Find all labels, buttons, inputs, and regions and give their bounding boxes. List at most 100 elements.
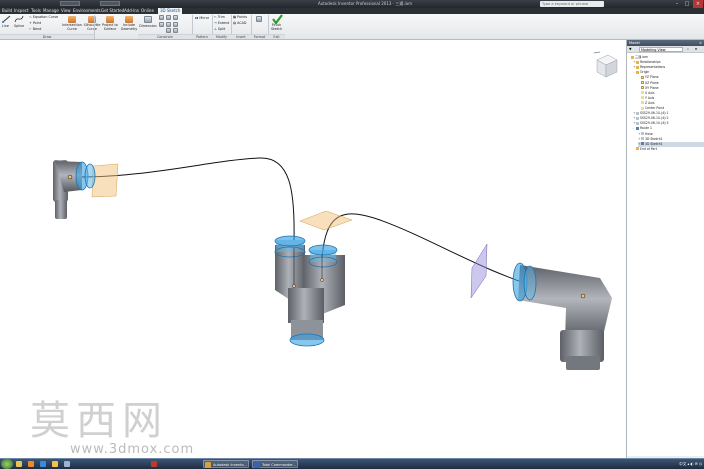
work-plane <box>91 163 119 198</box>
minimize-icon[interactable]: – <box>672 0 682 8</box>
graphics-window[interactable] <box>0 40 626 460</box>
taskbar: Autodesk Invento... Total Commander... 中… <box>0 458 704 469</box>
taskbar-item[interactable] <box>51 460 62 468</box>
view-cube[interactable] <box>593 51 618 78</box>
constraint-icon[interactable] <box>173 15 178 20</box>
taskbar-item-total-commander[interactable]: Total Commander... <box>252 460 298 468</box>
close-icon[interactable]: × <box>693 0 703 8</box>
split-button[interactable]: ⊥ Split <box>214 27 225 31</box>
tree-item-label: Relationships <box>640 60 661 65</box>
system-tray[interactable]: 中文 ▴ ◐ ✉ ◷ <box>679 459 702 469</box>
sel-icon <box>636 126 639 130</box>
constrain-group-label: Constrain <box>138 34 192 39</box>
tree-item-label: 3D Sketch1 <box>645 141 663 146</box>
draw-group-label: Draw <box>0 34 94 39</box>
view-dropdown[interactable]: Modeling View <box>639 47 683 52</box>
search-input[interactable]: Type a keyword or phrase <box>540 1 604 7</box>
taskbar-item[interactable] <box>63 460 74 468</box>
taskbar-item[interactable] <box>150 460 161 468</box>
work-plane <box>299 210 353 231</box>
constraint-icon[interactable] <box>159 22 164 27</box>
bend-button[interactable]: ⌐ Bend <box>29 27 41 31</box>
constraint-icon[interactable] <box>173 28 178 33</box>
elbow-fitting-right <box>512 262 612 370</box>
plane-icon <box>641 86 644 90</box>
constraint-icon[interactable] <box>159 15 164 20</box>
search-icon[interactable]: ⌕ <box>685 46 691 53</box>
plane-icon <box>641 81 644 84</box>
taskbar-item[interactable] <box>15 460 26 468</box>
tree-item-label: X Axis <box>645 90 655 95</box>
app-icon <box>151 461 157 467</box>
equation-curve-button[interactable]: ∿ Equation Curve <box>29 15 58 19</box>
explorer-icon <box>16 461 22 467</box>
line-button[interactable]: Line <box>2 15 11 28</box>
part-icon <box>641 132 644 135</box>
finish-sketch-button[interactable]: Finish Sketch <box>268 23 285 31</box>
trim-button[interactable]: ✂ Trim <box>214 15 225 19</box>
taskbar-item-inventor[interactable]: Autodesk Invento... <box>203 460 249 468</box>
mirror-button[interactable]: ⧓ Mirror <box>195 16 209 20</box>
dimension-button[interactable]: Dimension <box>139 24 157 28</box>
silhouette-curve-button[interactable]: Silhouette Curve <box>83 23 101 31</box>
line-icon <box>2 15 11 23</box>
point-button[interactable]: + Point <box>29 21 41 25</box>
tree-item-label: 三通.iam <box>635 55 648 59</box>
model-viewport[interactable] <box>0 40 626 460</box>
tree-item-label: XY Plane <box>645 85 659 90</box>
axis-icon <box>641 106 644 110</box>
inventor-icon <box>205 462 211 468</box>
axis-icon <box>641 91 644 95</box>
spline-button[interactable]: Spline <box>14 15 24 28</box>
tree-item-label: SSS29-06-10-(4):1 <box>640 111 669 116</box>
tree-item-label: YZ Plane <box>645 75 659 80</box>
tree-item[interactable]: End of Part <box>633 147 704 152</box>
taskbar-item[interactable] <box>27 460 38 468</box>
tree-item-label: Representations <box>640 65 666 70</box>
quick-access-dropdown[interactable] <box>100 1 120 6</box>
inventor-window: Autodesk Inventor Professional 2013 · 三通… <box>0 0 704 469</box>
ie-icon <box>40 461 46 467</box>
app-icon <box>64 461 70 467</box>
tree-item-label: 3D Sketch1 <box>645 136 663 141</box>
tree-item-label: XZ Plane <box>645 80 659 85</box>
axis-icon <box>641 96 644 100</box>
quick-access-toolbar[interactable] <box>60 1 80 6</box>
points-button[interactable]: ▦ Points <box>233 15 247 19</box>
constraint-icon[interactable] <box>166 22 171 27</box>
insert-group-label: Insert <box>231 34 251 39</box>
constraint-icon[interactable] <box>166 28 171 33</box>
include-geometry-button[interactable]: Include Geometry <box>120 23 138 31</box>
filter-icon[interactable]: ▼ <box>629 46 632 53</box>
browser-tree: 三通.iam + Relationships + Representations - Ori… <box>627 53 704 456</box>
start-button[interactable] <box>1 459 13 469</box>
sel-icon <box>641 142 644 146</box>
watermark-logo: 莫西网 <box>30 398 168 444</box>
tree-item-label: Route 1 <box>640 126 652 131</box>
tree-item-label: Hose <box>645 131 653 136</box>
dimension-icon <box>144 16 152 23</box>
exit-group-label: Exit <box>268 34 285 39</box>
intersection-curve-button[interactable]: Intersection Curve <box>62 23 82 31</box>
project-to-surface-button[interactable]: Project to Surface <box>101 23 119 31</box>
modify-group-label: Modify <box>212 34 231 39</box>
menu-icon[interactable]: ≡ <box>693 46 699 53</box>
constraint-icon[interactable] <box>166 15 171 20</box>
watermark: 莫西网 www.3dmox.com <box>30 398 230 458</box>
browser-toolbar: ▼ Modeling View ⌕ ≡ <box>627 46 704 53</box>
constraint-icon[interactable] <box>173 22 178 27</box>
format-icon[interactable] <box>256 16 262 22</box>
tree-item-label: Y Axis <box>645 95 655 100</box>
format-group-label: Format <box>251 34 268 39</box>
spline-icon <box>14 15 24 23</box>
acad-button[interactable]: ▤ ACAD <box>233 21 246 25</box>
work-plane <box>470 243 488 299</box>
folder-icon <box>636 147 639 151</box>
extend-button[interactable]: → Extend <box>214 21 229 25</box>
window-title: Autodesk Inventor Professional 2013 · 三通… <box>317 1 412 6</box>
part-icon <box>636 111 639 115</box>
maximize-icon[interactable]: □ <box>682 0 692 8</box>
folder-icon <box>636 65 639 69</box>
taskbar-item[interactable] <box>39 460 50 468</box>
total-commander-icon <box>254 462 260 468</box>
